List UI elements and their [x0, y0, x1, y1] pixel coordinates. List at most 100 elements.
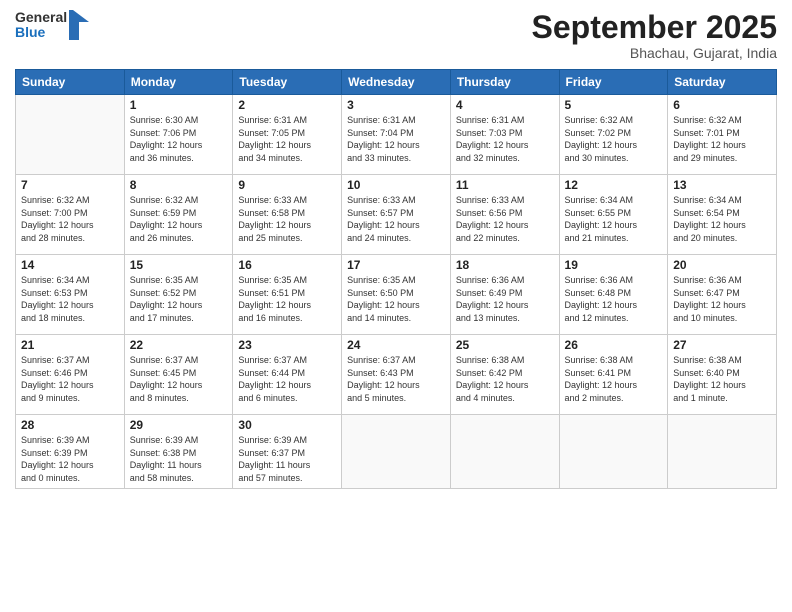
day-info: Sunrise: 6:38 AMSunset: 6:40 PMDaylight:…: [673, 354, 771, 404]
day-number: 11: [456, 178, 554, 192]
table-row: 23 Sunrise: 6:37 AMSunset: 6:44 PMDayligh…: [233, 335, 342, 415]
col-tuesday: Tuesday: [233, 70, 342, 95]
table-row: [342, 415, 451, 488]
table-row: 15 Sunrise: 6:35 AMSunset: 6:52 PMDayligh…: [124, 255, 233, 335]
day-info: Sunrise: 6:37 AMSunset: 6:44 PMDaylight:…: [238, 354, 336, 404]
logo: General Blue: [15, 10, 89, 41]
day-number: 10: [347, 178, 445, 192]
day-number: 27: [673, 338, 771, 352]
day-info: Sunrise: 6:33 AMSunset: 6:57 PMDaylight:…: [347, 194, 445, 244]
table-row: 29 Sunrise: 6:39 AMSunset: 6:38 PMDayligh…: [124, 415, 233, 488]
day-info: Sunrise: 6:32 AMSunset: 7:01 PMDaylight:…: [673, 114, 771, 164]
day-number: 24: [347, 338, 445, 352]
col-sunday: Sunday: [16, 70, 125, 95]
day-info: Sunrise: 6:37 AMSunset: 6:46 PMDaylight:…: [21, 354, 119, 404]
day-number: 5: [565, 98, 663, 112]
day-info: Sunrise: 6:30 AMSunset: 7:06 PMDaylight:…: [130, 114, 228, 164]
day-number: 30: [238, 418, 336, 432]
table-row: 9Sunrise: 6:33 AMSunset: 6:58 PMDaylight…: [233, 175, 342, 255]
table-row: 14 Sunrise: 6:34 AMSunset: 6:53 PMDayligh…: [16, 255, 125, 335]
table-row: 19Sunrise: 6:36 AMSunset: 6:48 PMDayligh…: [559, 255, 668, 335]
table-row: 1 Sunrise: 6:30 AMSunset: 7:06 PMDaylight…: [124, 95, 233, 175]
day-number: 2: [238, 98, 336, 112]
day-info: Sunrise: 6:31 AMSunset: 7:04 PMDaylight:…: [347, 114, 445, 164]
col-monday: Monday: [124, 70, 233, 95]
table-row: 20 Sunrise: 6:36 AMSunset: 6:47 PMDayligh…: [668, 255, 777, 335]
day-number: 16: [238, 258, 336, 272]
location-subtitle: Bhachau, Gujarat, India: [532, 45, 777, 61]
day-number: 9: [238, 178, 336, 192]
day-info: Sunrise: 6:32 AMSunset: 7:00 PMDaylight:…: [21, 194, 119, 244]
day-info: Sunrise: 6:32 AMSunset: 6:59 PMDaylight:…: [130, 194, 228, 244]
day-number: 29: [130, 418, 228, 432]
day-number: 21: [21, 338, 119, 352]
table-row: [668, 415, 777, 488]
day-info: Sunrise: 6:31 AMSunset: 7:03 PMDaylight:…: [456, 114, 554, 164]
table-row: 10 Sunrise: 6:33 AMSunset: 6:57 PMDayligh…: [342, 175, 451, 255]
day-number: 1: [130, 98, 228, 112]
day-info: Sunrise: 6:34 AMSunset: 6:54 PMDaylight:…: [673, 194, 771, 244]
table-row: 22 Sunrise: 6:37 AMSunset: 6:45 PMDayligh…: [124, 335, 233, 415]
table-row: 12 Sunrise: 6:34 AMSunset: 6:55 PMDayligh…: [559, 175, 668, 255]
logo-blue: Blue: [15, 25, 67, 40]
table-row: 24 Sunrise: 6:37 AMSunset: 6:43 PMDayligh…: [342, 335, 451, 415]
day-info: Sunrise: 6:34 AMSunset: 6:55 PMDaylight:…: [565, 194, 663, 244]
col-friday: Friday: [559, 70, 668, 95]
table-row: 21 Sunrise: 6:37 AMSunset: 6:46 PMDayligh…: [16, 335, 125, 415]
month-title: September 2025: [532, 10, 777, 45]
table-row: 13Sunrise: 6:34 AMSunset: 6:54 PMDayligh…: [668, 175, 777, 255]
table-row: 18Sunrise: 6:36 AMSunset: 6:49 PMDayligh…: [450, 255, 559, 335]
day-number: 18: [456, 258, 554, 272]
day-info: Sunrise: 6:32 AMSunset: 7:02 PMDaylight:…: [565, 114, 663, 164]
day-info: Sunrise: 6:39 AMSunset: 6:38 PMDaylight:…: [130, 434, 228, 484]
day-info: Sunrise: 6:38 AMSunset: 6:42 PMDaylight:…: [456, 354, 554, 404]
table-row: 11 Sunrise: 6:33 AMSunset: 6:56 PMDayligh…: [450, 175, 559, 255]
day-number: 4: [456, 98, 554, 112]
day-info: Sunrise: 6:35 AMSunset: 6:52 PMDaylight:…: [130, 274, 228, 324]
table-row: [559, 415, 668, 488]
day-info: Sunrise: 6:37 AMSunset: 6:45 PMDaylight:…: [130, 354, 228, 404]
table-row: [450, 415, 559, 488]
calendar-table: Sunday Monday Tuesday Wednesday Thursday…: [15, 69, 777, 488]
table-row: 16 Sunrise: 6:35 AMSunset: 6:51 PMDayligh…: [233, 255, 342, 335]
table-row: 27 Sunrise: 6:38 AMSunset: 6:40 PMDayligh…: [668, 335, 777, 415]
day-number: 22: [130, 338, 228, 352]
day-info: Sunrise: 6:36 AMSunset: 6:48 PMDaylight:…: [565, 274, 663, 324]
header: General Blue September 2025 Bhachau, Guj…: [15, 10, 777, 61]
day-info: Sunrise: 6:38 AMSunset: 6:41 PMDaylight:…: [565, 354, 663, 404]
table-row: 17Sunrise: 6:35 AMSunset: 6:50 PMDayligh…: [342, 255, 451, 335]
day-info: Sunrise: 6:31 AMSunset: 7:05 PMDaylight:…: [238, 114, 336, 164]
table-row: 8 Sunrise: 6:32 AMSunset: 6:59 PMDaylight…: [124, 175, 233, 255]
day-number: 25: [456, 338, 554, 352]
col-thursday: Thursday: [450, 70, 559, 95]
table-row: 30 Sunrise: 6:39 AMSunset: 6:37 PMDayligh…: [233, 415, 342, 488]
day-number: 14: [21, 258, 119, 272]
day-info: Sunrise: 6:35 AMSunset: 6:51 PMDaylight:…: [238, 274, 336, 324]
day-number: 15: [130, 258, 228, 272]
table-row: 6 Sunrise: 6:32 AMSunset: 7:01 PMDaylight…: [668, 95, 777, 175]
title-block: September 2025 Bhachau, Gujarat, India: [532, 10, 777, 61]
table-row: 5 Sunrise: 6:32 AMSunset: 7:02 PMDaylight…: [559, 95, 668, 175]
day-number: 7: [21, 178, 119, 192]
table-row: 3 Sunrise: 6:31 AMSunset: 7:04 PMDaylight…: [342, 95, 451, 175]
day-info: Sunrise: 6:39 AMSunset: 6:37 PMDaylight:…: [238, 434, 336, 484]
day-info: Sunrise: 6:34 AMSunset: 6:53 PMDaylight:…: [21, 274, 119, 324]
logo-general: General: [15, 10, 67, 25]
day-number: 12: [565, 178, 663, 192]
day-number: 6: [673, 98, 771, 112]
day-number: 3: [347, 98, 445, 112]
day-info: Sunrise: 6:37 AMSunset: 6:43 PMDaylight:…: [347, 354, 445, 404]
day-number: 28: [21, 418, 119, 432]
table-row: 7 Sunrise: 6:32 AMSunset: 7:00 PMDaylight…: [16, 175, 125, 255]
header-row: Sunday Monday Tuesday Wednesday Thursday…: [16, 70, 777, 95]
day-info: Sunrise: 6:33 AMSunset: 6:56 PMDaylight:…: [456, 194, 554, 244]
day-number: 26: [565, 338, 663, 352]
table-row: 25 Sunrise: 6:38 AMSunset: 6:42 PMDayligh…: [450, 335, 559, 415]
table-row: 26 Sunrise: 6:38 AMSunset: 6:41 PMDayligh…: [559, 335, 668, 415]
day-number: 8: [130, 178, 228, 192]
table-row: 4 Sunrise: 6:31 AMSunset: 7:03 PMDaylight…: [450, 95, 559, 175]
table-row: 28Sunrise: 6:39 AMSunset: 6:39 PMDayligh…: [16, 415, 125, 488]
day-info: Sunrise: 6:36 AMSunset: 6:47 PMDaylight:…: [673, 274, 771, 324]
day-number: 20: [673, 258, 771, 272]
day-number: 23: [238, 338, 336, 352]
